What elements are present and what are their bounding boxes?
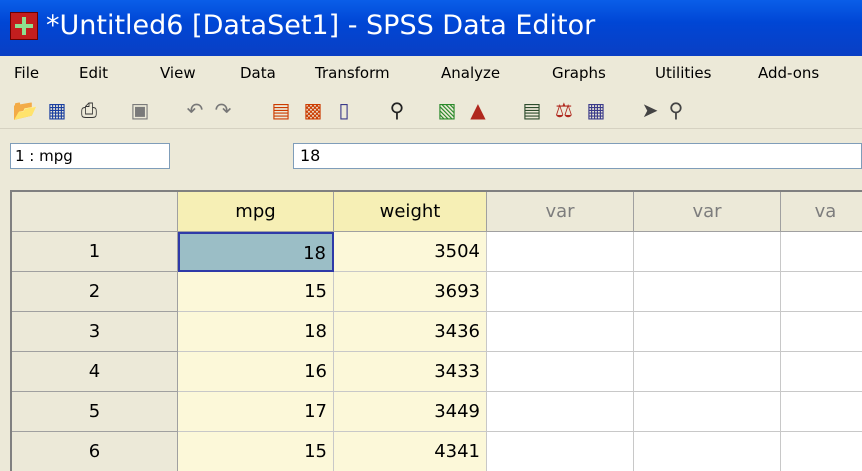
cell-editor-bar: 1 : mpg 18 [0,134,862,178]
cell-mpg[interactable]: 15 [178,432,334,471]
menu-view[interactable]: View [160,64,196,82]
save-icon[interactable]: ▦ [44,97,70,123]
column-header-weight[interactable]: weight [334,192,487,232]
column-header-mpg[interactable]: mpg [178,192,334,232]
cell-empty[interactable] [781,312,862,352]
insert-variable-icon[interactable]: ▲ [465,97,491,123]
menu-add-ons[interactable]: Add-ons [758,64,819,82]
cell-mpg[interactable]: 17 [178,392,334,432]
toolbar: 📂 ▦ ⎙ ▣ ↶ ↷ ▤ ▩ ▯ ⚲ ▧ ▲ ▤ ⚖ ▦ ➤ ⚲ [0,92,862,129]
row-header[interactable]: 1 [12,232,178,272]
row-header[interactable]: 6 [12,432,178,471]
menu-bar: File Edit View Data Transform Analyze Gr… [0,56,862,92]
cell-empty[interactable] [487,352,634,392]
menu-analyze[interactable]: Analyze [441,64,500,82]
cell-empty[interactable] [487,232,634,272]
cell-empty[interactable] [487,312,634,352]
cell-empty[interactable] [781,232,862,272]
select-cases-icon[interactable]: ▦ [583,97,609,123]
cell-empty[interactable] [781,272,862,312]
cell-mpg[interactable]: 18 [178,312,334,352]
grid-corner[interactable] [12,192,178,232]
row-header[interactable]: 5 [12,392,178,432]
cell-empty[interactable] [634,432,781,471]
cell-weight[interactable]: 3433 [334,352,487,392]
cell-empty[interactable] [487,432,634,471]
use-sets-icon[interactable]: ⚲ [663,97,689,123]
cell-weight[interactable]: 3449 [334,392,487,432]
menu-graphs[interactable]: Graphs [552,64,606,82]
menu-data[interactable]: Data [240,64,276,82]
goto-variable-icon[interactable]: ▩ [300,97,326,123]
cell-empty[interactable] [634,232,781,272]
row-header[interactable]: 4 [12,352,178,392]
cell-mpg[interactable]: 15 [178,272,334,312]
spss-app-icon[interactable] [10,12,38,40]
insert-cases-icon[interactable]: ▧ [434,97,460,123]
cell-empty[interactable] [781,352,862,392]
open-icon[interactable]: 📂 [12,97,38,123]
value-labels-icon[interactable]: ➤ [637,97,663,123]
cell-empty[interactable] [487,272,634,312]
cell-weight[interactable]: 3504 [334,232,487,272]
dialog-recall-icon[interactable]: ▣ [127,97,153,123]
split-file-icon[interactable]: ▤ [519,97,545,123]
cell-empty[interactable] [634,272,781,312]
cell-weight[interactable]: 3436 [334,312,487,352]
cell-empty[interactable] [634,352,781,392]
title-bar[interactable]: *Untitled6 [DataSet1] - SPSS Data Editor [0,0,862,56]
cell-mpg[interactable]: 18 [178,232,334,272]
row-header[interactable]: 3 [12,312,178,352]
cell-empty[interactable] [781,432,862,471]
cell-empty[interactable] [487,392,634,432]
window-title: *Untitled6 [DataSet1] - SPSS Data Editor [46,10,596,41]
cell-empty[interactable] [634,312,781,352]
undo-icon[interactable]: ↶ [182,97,208,123]
column-header-var[interactable]: va [781,192,862,232]
find-icon[interactable]: ⚲ [384,97,410,123]
column-header-var[interactable]: var [487,192,634,232]
cell-reference-field[interactable]: 1 : mpg [10,143,170,169]
cell-weight[interactable]: 3693 [334,272,487,312]
print-icon[interactable]: ⎙ [76,97,102,123]
menu-utilities[interactable]: Utilities [655,64,711,82]
cell-empty[interactable] [781,392,862,432]
weight-cases-icon[interactable]: ⚖ [551,97,577,123]
variables-icon[interactable]: ▯ [331,97,357,123]
redo-icon[interactable]: ↷ [210,97,236,123]
data-grid: mpg weight var var va 1 18 3504 2 15 3693 3 18 3436 4 1… [10,190,862,471]
cell-weight[interactable]: 4341 [334,432,487,471]
goto-case-icon[interactable]: ▤ [268,97,294,123]
row-header[interactable]: 2 [12,272,178,312]
menu-edit[interactable]: Edit [79,64,108,82]
cell-value-field[interactable]: 18 [293,143,862,169]
column-header-var[interactable]: var [634,192,781,232]
cell-mpg[interactable]: 16 [178,352,334,392]
menu-transform[interactable]: Transform [315,64,390,82]
menu-file[interactable]: File [14,64,39,82]
cell-empty[interactable] [634,392,781,432]
